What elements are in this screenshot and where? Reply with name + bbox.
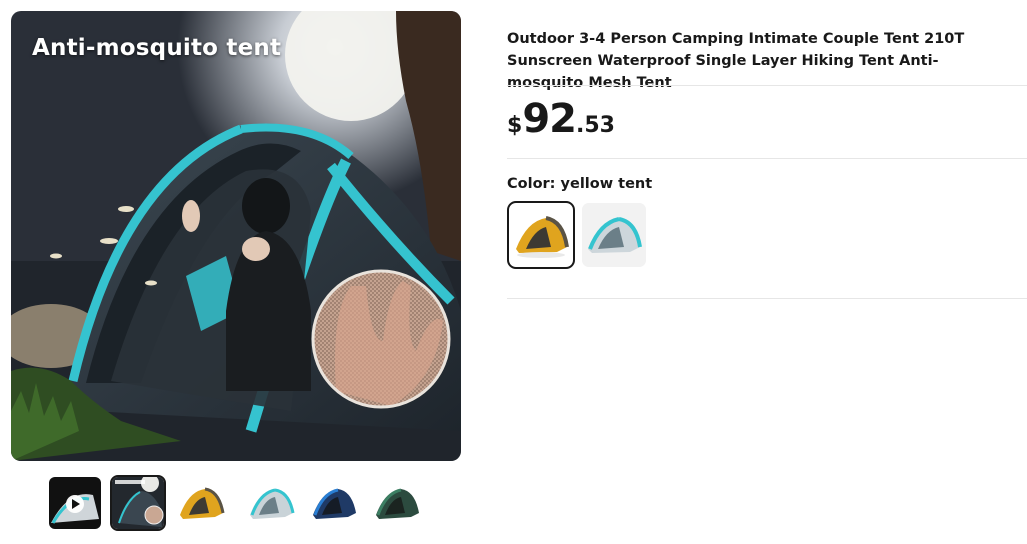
divider (507, 298, 1027, 299)
tent-night-photo (11, 11, 461, 461)
thumbnail-light-blue-tent[interactable] (245, 477, 297, 529)
price-decimal: .53 (575, 113, 615, 138)
thumbnail-strip (49, 475, 429, 531)
color-swatch-yellow-tent[interactable] (507, 201, 575, 269)
main-product-image[interactable]: Anti-mosquito tent (11, 11, 461, 461)
thumbnail-dark-green-tent[interactable] (371, 477, 423, 529)
color-swatch-light-blue-tent[interactable] (582, 203, 646, 267)
image-overlay-caption: Anti-mosquito tent (32, 35, 282, 61)
color-swatch-list (507, 201, 647, 269)
divider (507, 158, 1027, 159)
divider (507, 85, 1027, 86)
color-selection-label: Color: yellow tent (507, 176, 653, 192)
price-currency: $ (507, 113, 523, 138)
thumbnail-yellow-tent[interactable] (175, 477, 227, 529)
thumbnail-anti-mosquito-tent[interactable] (110, 475, 166, 531)
product-price: $92.53 (507, 96, 615, 146)
price-integer: 92 (522, 96, 577, 142)
thumbnail-navy-blue-tent[interactable] (308, 477, 360, 529)
thumbnail-video[interactable] (49, 477, 101, 529)
